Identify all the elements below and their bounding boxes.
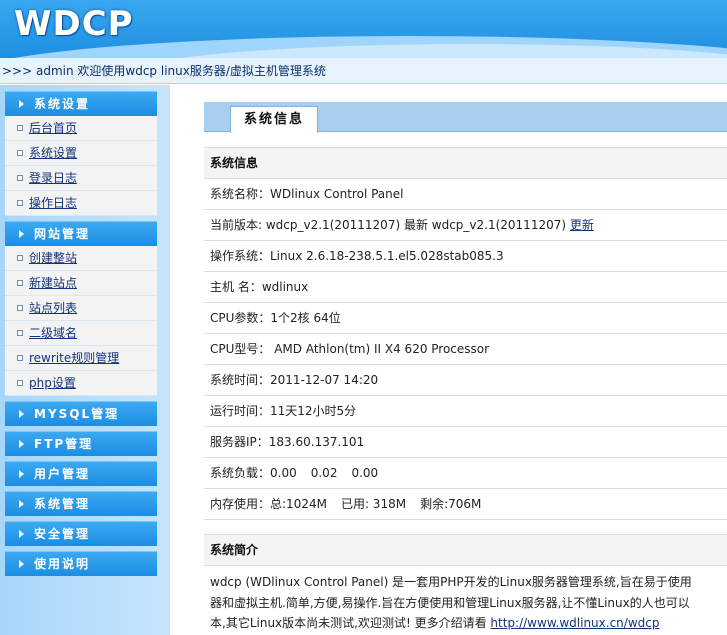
menu-group-users[interactable]: 用户管理 <box>5 461 157 486</box>
server-ip-row: 服务器IP：183.60.137.101 <box>204 427 727 458</box>
arrow-right-icon <box>19 470 24 478</box>
sidebar-link[interactable]: 创建整站 <box>29 251 77 265</box>
sidebar: 系统设置 后台首页 系统设置 登录日志 操作日志 网站管理 创建整站 新建站点 … <box>0 85 170 635</box>
menu-group-site-management[interactable]: 网站管理 <box>5 221 157 246</box>
intro-line: 本,其它Linux版本尚未测试,欢迎测试! 更多介绍请看 http://www.… <box>210 613 727 634</box>
intro-text: wdcp (WDlinux Control Panel) 是一套用PHP开发的L… <box>204 566 727 634</box>
square-bullet-icon <box>17 125 23 131</box>
square-bullet-icon <box>17 330 23 336</box>
menu-group-label: 系统管理 <box>34 497 91 511</box>
memory-free: 剩余:706M <box>420 497 482 511</box>
menu-group-system-settings[interactable]: 系统设置 <box>5 91 157 116</box>
square-bullet-icon <box>17 150 23 156</box>
menu-group-label: 使用说明 <box>34 557 91 571</box>
square-bullet-icon <box>17 380 23 386</box>
tab-system-info[interactable]: 系统信息 <box>230 106 318 133</box>
arrow-right-icon <box>19 230 24 238</box>
sidebar-item-site-list[interactable]: 站点列表 <box>5 296 157 321</box>
memory-used: 已用: 318M <box>340 497 407 511</box>
menu-group-system-admin[interactable]: 系统管理 <box>5 491 157 516</box>
tab-bar: 系统信息 <box>204 102 727 133</box>
sidebar-link[interactable]: 新建站点 <box>29 276 77 290</box>
breadcrumb: >>> admin 欢迎使用wdcp linux服务器/虚拟主机管理系统 <box>0 58 727 84</box>
section-header: 系统简介 <box>204 535 727 566</box>
arrow-right-icon <box>19 100 24 108</box>
system-name-row: 系统名称：WDlinux Control Panel <box>204 179 727 210</box>
hostname-row: 主机 名：wdlinux <box>204 272 727 303</box>
sidebar-item-new-site[interactable]: 新建站点 <box>5 271 157 296</box>
system-load-row: 系统负载：0.00 0.02 0.00 <box>204 458 727 489</box>
arrow-right-icon <box>19 410 24 418</box>
page-header: WDCP <box>0 0 727 58</box>
sidebar-item-operation-log[interactable]: 操作日志 <box>5 191 157 216</box>
load-value: 0.00 <box>351 466 379 480</box>
sidebar-item-subdomain[interactable]: 二级域名 <box>5 321 157 346</box>
update-link[interactable]: 更新 <box>570 218 594 232</box>
menu-group-label: 安全管理 <box>34 527 91 541</box>
sidebar-link[interactable]: 二级域名 <box>29 326 77 340</box>
menu-group-label: 用户管理 <box>34 467 91 481</box>
sidebar-item-rewrite-rules[interactable]: rewrite规则管理 <box>5 346 157 371</box>
sidebar-item-create-full-site[interactable]: 创建整站 <box>5 246 157 271</box>
load-value: 0.02 <box>310 466 338 480</box>
square-bullet-icon <box>17 175 23 181</box>
version-row: 当前版本: wdcp_v2.1(20111207) 最新 wdcp_v2.1(2… <box>204 210 727 241</box>
sidebar-item-login-log[interactable]: 登录日志 <box>5 166 157 191</box>
sidebar-link[interactable]: php设置 <box>29 376 76 390</box>
sidebar-item-system-settings[interactable]: 系统设置 <box>5 141 157 166</box>
sidebar-link[interactable]: 站点列表 <box>29 301 77 315</box>
arrow-right-icon <box>19 500 24 508</box>
wdlinux-link[interactable]: http://www.wdlinux.cn/wdcp <box>490 616 659 630</box>
sidebar-link[interactable]: 后台首页 <box>29 121 77 135</box>
menu-group-help[interactable]: 使用说明 <box>5 551 157 576</box>
menu-group-mysql[interactable]: MYSQL管理 <box>5 401 157 426</box>
version-text: 当前版本: wdcp_v2.1(20111207) 最新 wdcp_v2.1(2… <box>210 218 567 232</box>
cpu-model-row: CPU型号： AMD Athlon(tm) II X4 620 Processo… <box>204 334 727 365</box>
load-label: 系统负载： <box>210 466 271 480</box>
menu-group-ftp[interactable]: FTP管理 <box>5 431 157 456</box>
sidebar-link[interactable]: rewrite规则管理 <box>29 351 119 365</box>
square-bullet-icon <box>17 255 23 261</box>
square-bullet-icon <box>17 280 23 286</box>
intro-line-text: 本,其它Linux版本尚未测试,欢迎测试! 更多介绍请看 <box>210 616 487 630</box>
square-bullet-icon <box>17 200 23 206</box>
main-content: 系统信息 系统信息 系统名称：WDlinux Control Panel 当前版… <box>170 85 727 635</box>
memory-label: 内存使用： <box>210 497 271 511</box>
arrow-right-icon <box>19 440 24 448</box>
square-bullet-icon <box>17 355 23 361</box>
memory-row: 内存使用：总:1024M 已用: 318M 剩余:706M <box>204 489 727 520</box>
arrow-right-icon <box>19 560 24 568</box>
os-row: 操作系统：Linux 2.6.18-238.5.1.el5.028stab085… <box>204 241 727 272</box>
sidebar-link[interactable]: 登录日志 <box>29 171 77 185</box>
sidebar-link[interactable]: 操作日志 <box>29 196 77 210</box>
system-intro-table: 系统简介 wdcp (WDlinux Control Panel) 是一套用PH… <box>204 534 727 634</box>
load-value: 0.00 <box>270 466 297 480</box>
sidebar-link[interactable]: 系统设置 <box>29 146 77 160</box>
system-time-row: 系统时间：2011-12-07 14:20 <box>204 365 727 396</box>
sidebar-item-admin-home[interactable]: 后台首页 <box>5 116 157 141</box>
memory-total: 总:1024M <box>270 497 327 511</box>
menu-group-label: 系统设置 <box>34 97 91 111</box>
cpu-params-row: CPU参数：1个2核 64位 <box>204 303 727 334</box>
intro-line: wdcp (WDlinux Control Panel) 是一套用PHP开发的L… <box>210 575 692 589</box>
wdcp-logo: WDCP <box>14 4 134 44</box>
intro-line: 器和虚拟主机.简单,方便,易操作.旨在方便使用和管理Linux服务器,让不懂Li… <box>210 595 690 610</box>
menu-group-security[interactable]: 安全管理 <box>5 521 157 546</box>
arrow-right-icon <box>19 530 24 538</box>
sidebar-item-php-settings[interactable]: php设置 <box>5 371 157 396</box>
uptime-row: 运行时间：11天12小时5分 <box>204 396 727 427</box>
menu-group-label: MYSQL管理 <box>34 407 120 421</box>
system-info-table: 系统信息 系统名称：WDlinux Control Panel 当前版本: wd… <box>204 147 727 520</box>
square-bullet-icon <box>17 305 23 311</box>
menu-group-label: FTP管理 <box>34 437 94 451</box>
sidebar-menu: 系统设置 后台首页 系统设置 登录日志 操作日志 网站管理 创建整站 新建站点 … <box>5 91 157 581</box>
section-header: 系统信息 <box>204 148 727 179</box>
menu-group-label: 网站管理 <box>34 227 91 241</box>
